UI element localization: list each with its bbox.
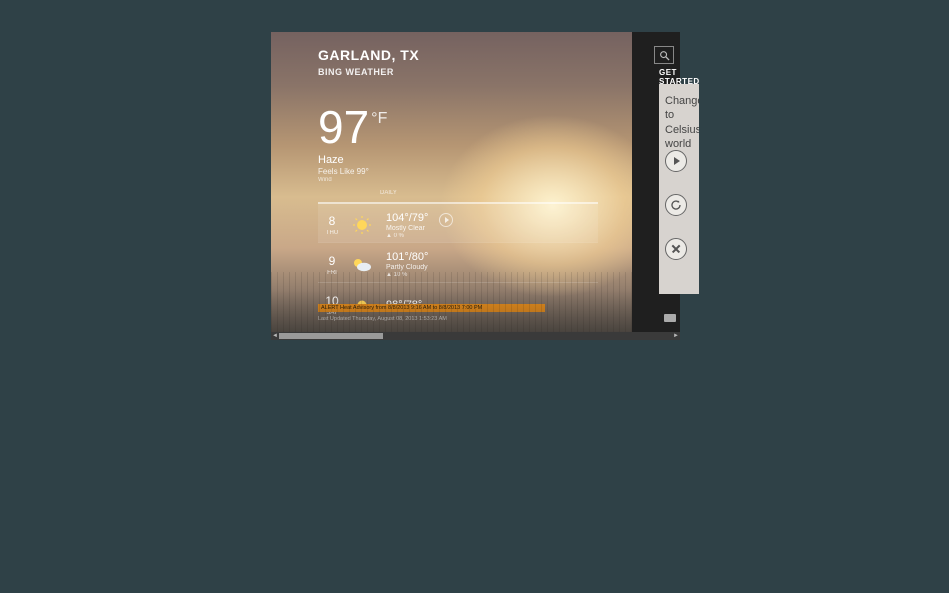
condition-label: Haze <box>318 154 344 166</box>
scroll-left-arrow[interactable]: ◄ <box>271 332 279 340</box>
forecast-section-label: DAILY <box>380 190 397 196</box>
search-button[interactable] <box>654 46 674 64</box>
temp-unit: °F <box>371 110 387 128</box>
search-icon <box>659 50 670 61</box>
feels-like-label: Feels Like 99° <box>318 167 369 176</box>
cond: Mostly Clear <box>386 225 428 232</box>
forecast-date: 9 FRI <box>318 254 346 276</box>
weather-panel: GARLAND, TX BING WEATHER 97 °F Haze Feel… <box>271 32 632 332</box>
date-dow: THU <box>318 230 346 236</box>
temp-value: 97 <box>318 104 369 150</box>
wind-label: Wind <box>318 177 332 183</box>
date-num: 8 <box>318 214 346 228</box>
keyboard-button[interactable] <box>664 314 676 322</box>
play-icon <box>674 157 680 165</box>
close-icon <box>670 243 682 255</box>
precip: ▲ 0 % <box>386 233 428 239</box>
scroll-thumb[interactable] <box>279 333 383 339</box>
close-button[interactable] <box>665 238 687 260</box>
play-button[interactable] <box>665 150 687 172</box>
cond: Partly Cloudy <box>386 264 428 271</box>
refresh-button[interactable] <box>665 194 687 216</box>
tip-icon-stack <box>665 150 687 260</box>
current-temp: 97 °F <box>318 104 387 150</box>
horizontal-scrollbar[interactable]: ◄ ► <box>271 332 680 340</box>
tip-line: Change <box>665 94 693 108</box>
partly-cloudy-icon <box>346 251 378 279</box>
location-title: GARLAND, TX <box>318 47 419 63</box>
precip: ▲ 10 % <box>386 272 428 278</box>
forecast-date: 8 THU <box>318 214 346 236</box>
last-updated-label: Last Updated Thursday, August 08, 2013 1… <box>318 316 447 322</box>
scroll-right-arrow[interactable]: ► <box>672 332 680 340</box>
hilo: 104°/79° <box>386 212 428 224</box>
sun-icon <box>346 211 378 239</box>
forecast-row[interactable]: 9 FRI 101°/80° Partly Cloudy ▲ 10 % <box>318 242 598 282</box>
forecast-row[interactable]: 8 THU 104°/79° Mostly Clear ▲ 0 % <box>318 202 598 242</box>
expand-forecast-button[interactable] <box>439 213 453 227</box>
forecast-text: 101°/80° Partly Cloudy ▲ 10 % <box>386 251 428 278</box>
app-window: GARLAND, TX BING WEATHER 97 °F Haze Feel… <box>271 32 680 340</box>
provider-label: BING WEATHER <box>318 67 394 77</box>
hilo: 101°/80° <box>386 251 428 263</box>
weather-alert[interactable]: ALERT Heat Advisory from 8/8/2013 9:16 A… <box>318 304 545 312</box>
date-num: 9 <box>318 254 346 268</box>
date-dow: FRI <box>318 270 346 276</box>
forecast-text: 104°/79° Mostly Clear ▲ 0 % <box>386 212 428 239</box>
tip-line: to Celsius <box>665 108 693 137</box>
refresh-icon <box>670 199 682 211</box>
